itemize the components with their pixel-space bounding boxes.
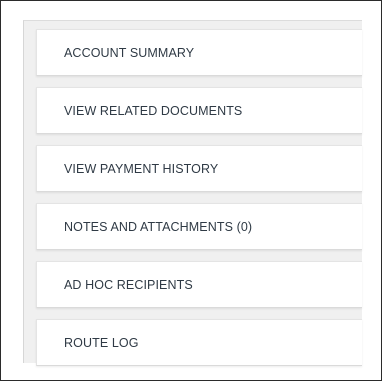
nav-item-view-payment-history[interactable]: VIEW PAYMENT HISTORY xyxy=(36,145,362,192)
screenshot-frame: ACCOUNT SUMMARY VIEW RELATED DOCUMENTS V… xyxy=(0,0,382,381)
nav-item-label: VIEW PAYMENT HISTORY xyxy=(64,161,219,176)
nav-item-label: AD HOC RECIPIENTS xyxy=(64,277,193,292)
nav-item-notes-and-attachments[interactable]: NOTES AND ATTACHMENTS (0) xyxy=(36,203,362,250)
nav-item-label: NOTES AND ATTACHMENTS (0) xyxy=(64,219,253,234)
side-navigation-panel: ACCOUNT SUMMARY VIEW RELATED DOCUMENTS V… xyxy=(23,20,362,366)
nav-item-label: ACCOUNT SUMMARY xyxy=(64,45,195,60)
nav-item-label: VIEW RELATED DOCUMENTS xyxy=(64,103,243,118)
nav-item-ad-hoc-recipients[interactable]: AD HOC RECIPIENTS xyxy=(36,261,362,308)
nav-item-route-log[interactable]: ROUTE LOG xyxy=(36,319,362,366)
nav-item-view-related-documents[interactable]: VIEW RELATED DOCUMENTS xyxy=(36,87,362,134)
nav-item-label: ROUTE LOG xyxy=(64,335,139,350)
navigation-menu: ACCOUNT SUMMARY VIEW RELATED DOCUMENTS V… xyxy=(36,29,362,366)
nav-item-account-summary[interactable]: ACCOUNT SUMMARY xyxy=(36,29,362,76)
